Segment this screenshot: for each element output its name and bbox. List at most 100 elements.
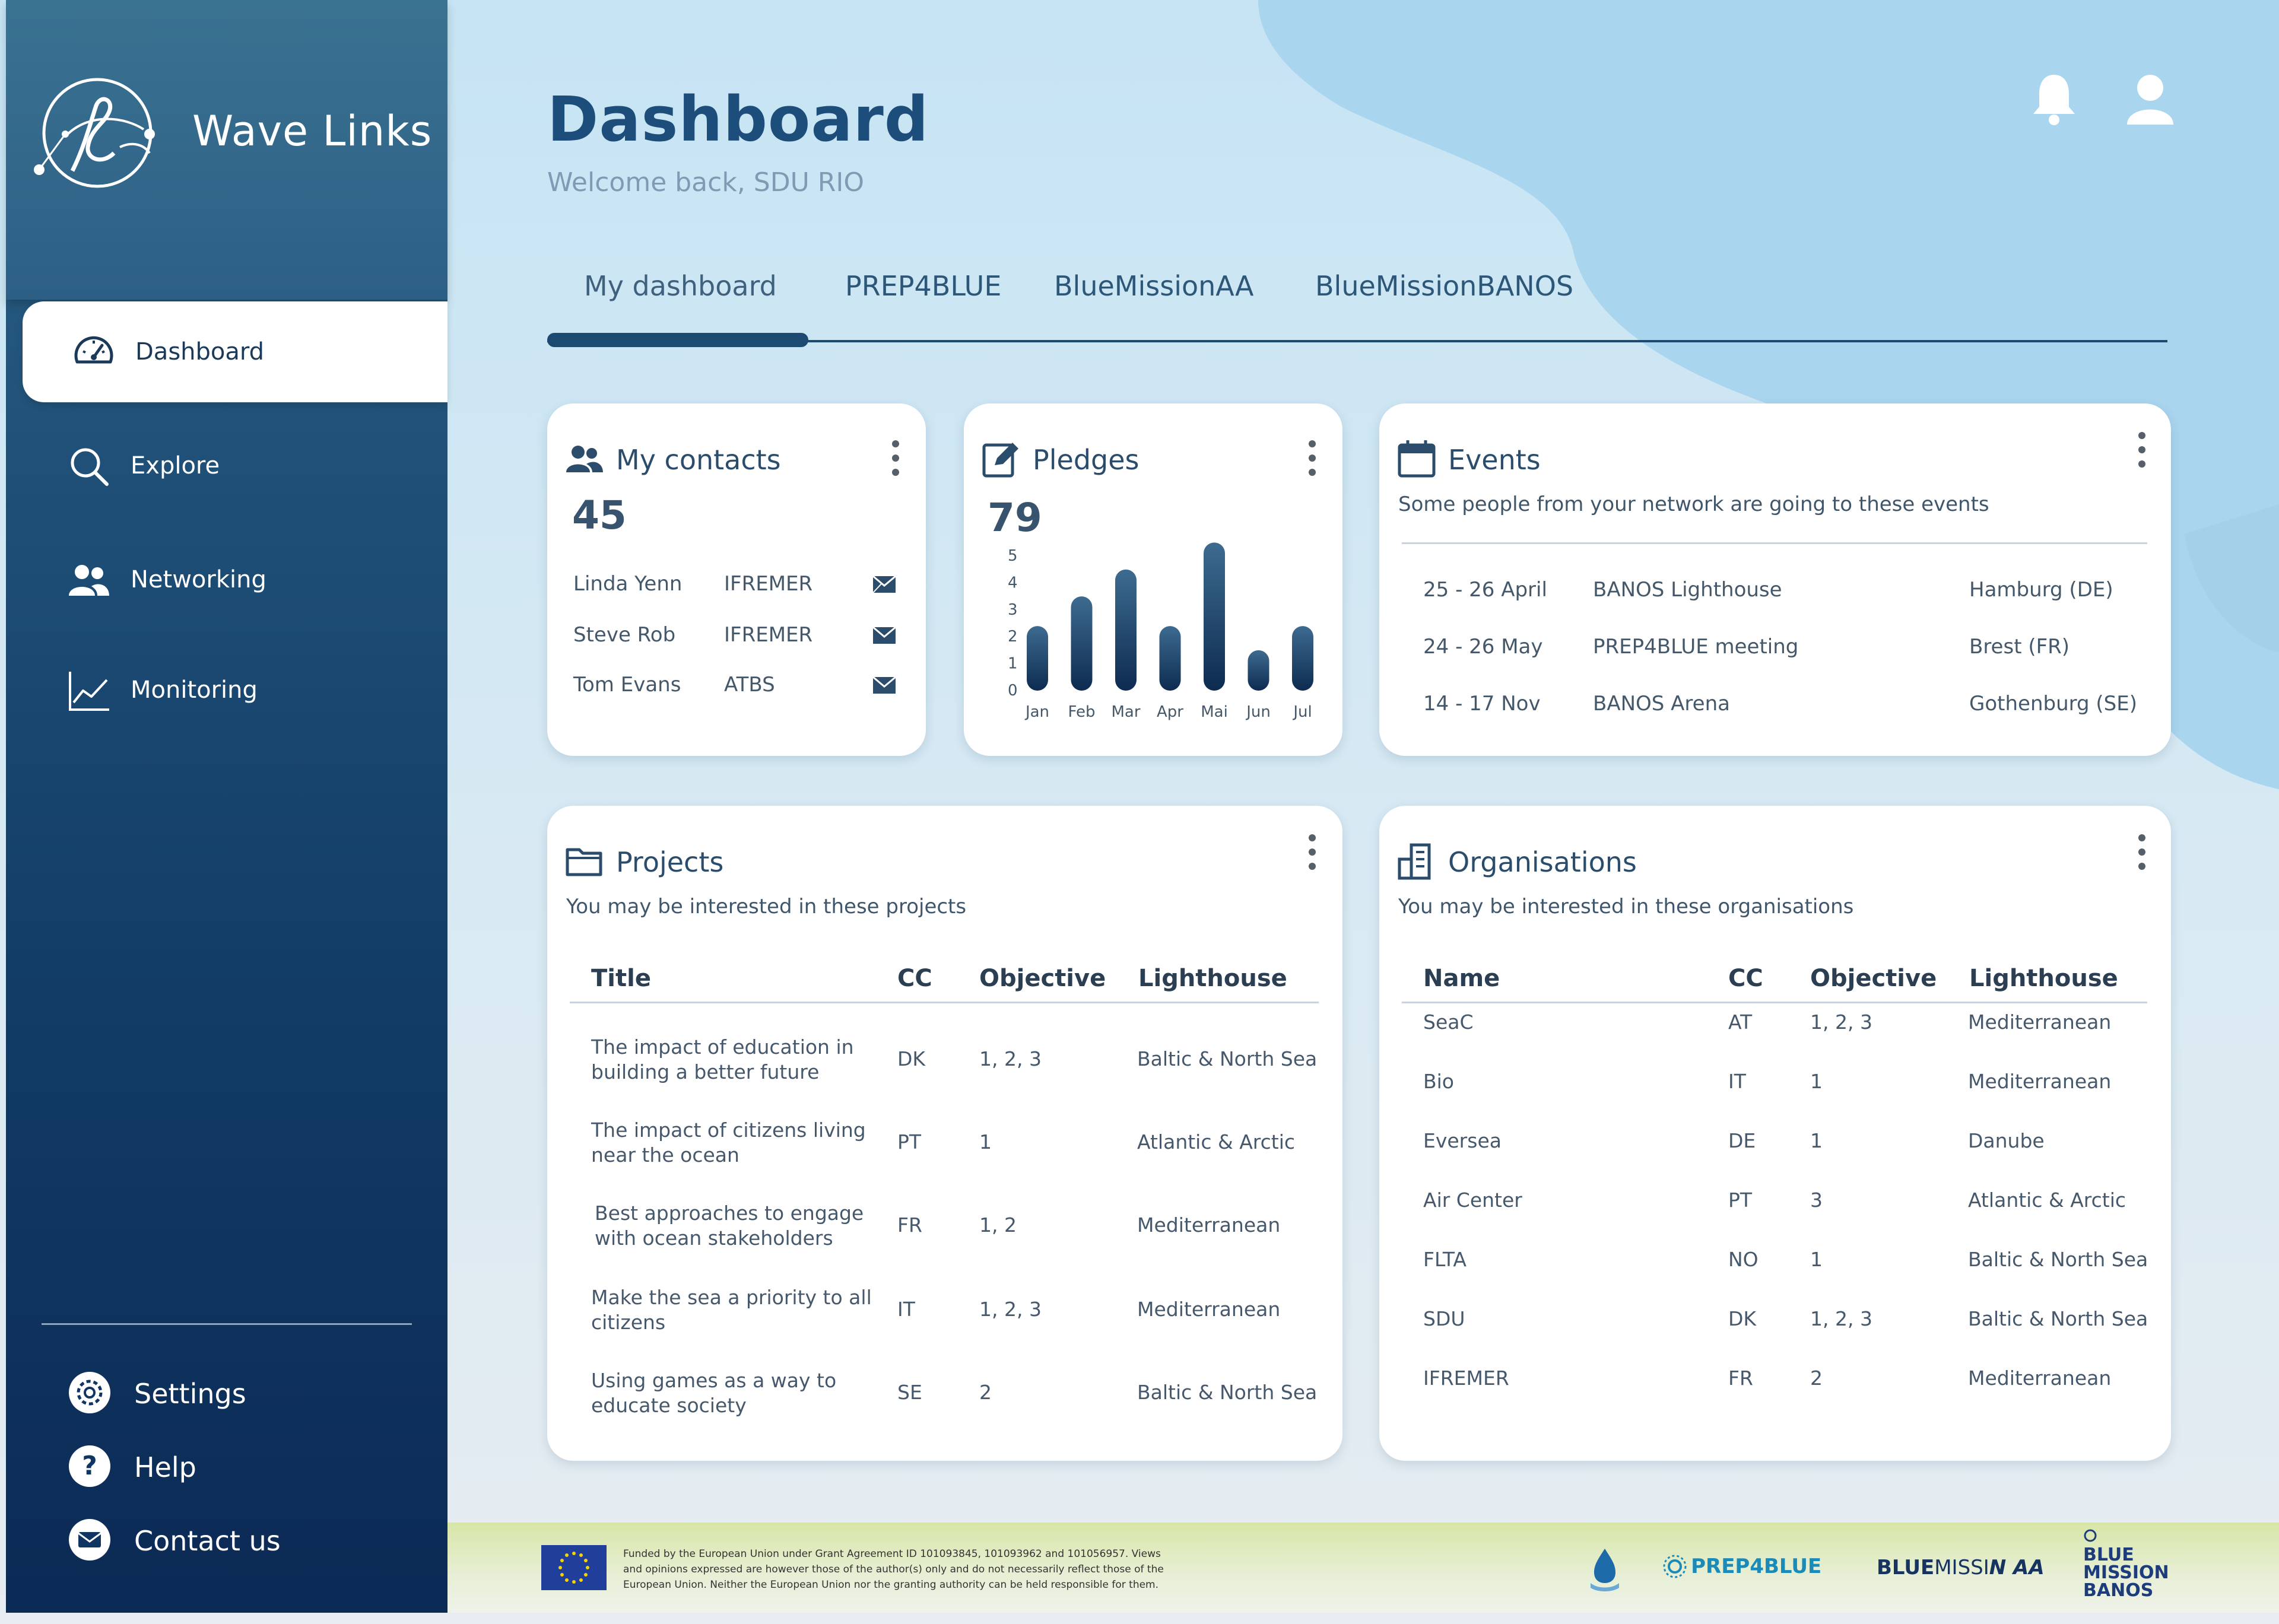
project-lighthouse: Mediterranean — [1137, 1298, 1281, 1321]
pledges-bar-chart: 0 1 2 3 4 5 Jan Feb Mar Apr Mai Jun Jul — [1008, 542, 1313, 721]
sidebar-item-help[interactable]: ? Help — [6, 1435, 447, 1494]
project-objective: 1, 2, 3 — [979, 1298, 1042, 1321]
card-title: Organisations — [1448, 846, 1637, 878]
tab-prep4blue[interactable]: PREP4BLUE — [845, 270, 1001, 302]
sidebar: Wave Links Dashboard Explore Networking — [6, 0, 447, 1613]
org-name[interactable]: Air Center — [1423, 1188, 1522, 1213]
x-tick-label: Jun — [1245, 703, 1271, 721]
x-tick-label: Mar — [1111, 703, 1140, 721]
y-tick-label: 1 — [1008, 655, 1018, 673]
tab-bluemissionaa[interactable]: BlueMissionAA — [1054, 270, 1254, 302]
org-objective: 1 — [1810, 1070, 1823, 1093]
org-objective: 1 — [1810, 1129, 1823, 1152]
building-icon — [1398, 843, 1431, 880]
org-lighthouse: Mediterranean — [1968, 1010, 2112, 1034]
sidebar-item-contact-us[interactable]: Contact us — [6, 1508, 447, 1568]
project-objective: 2 — [979, 1381, 992, 1404]
project-cc: PT — [897, 1130, 922, 1153]
bell-icon[interactable] — [2027, 70, 2081, 129]
event-row[interactable]: 14 - 17 Nov BANOS Arena Gothenburg (SE) — [1379, 692, 2171, 727]
card-title: Pledges — [1033, 444, 1140, 476]
contacts-count: 45 — [572, 492, 627, 538]
mail-icon[interactable] — [872, 676, 896, 694]
project-objective: 1, 2 — [979, 1213, 1017, 1237]
speedometer-icon — [74, 336, 113, 364]
event-place: Gothenburg (SE) — [1969, 692, 2137, 716]
more-options-icon[interactable] — [2133, 834, 2151, 876]
event-row[interactable]: 25 - 26 April BANOS Lighthouse Hamburg (… — [1379, 578, 2171, 614]
bar-jan[interactable] — [1027, 626, 1048, 691]
sidebar-item-label: Explore — [131, 452, 220, 479]
column-header: Objective — [979, 965, 1106, 992]
more-options-icon[interactable] — [2133, 432, 2151, 473]
sidebar-item-dashboard[interactable]: Dashboard — [23, 301, 447, 402]
mail-icon — [69, 1519, 110, 1561]
project-lighthouse: Baltic & North Sea — [1137, 1047, 1318, 1070]
event-name: BANOS Arena — [1593, 692, 1730, 716]
x-tick-label: Jul — [1292, 703, 1312, 721]
sidebar-divider — [42, 1323, 412, 1325]
mail-icon[interactable] — [872, 627, 896, 644]
org-name[interactable]: IFREMER — [1423, 1366, 1509, 1391]
org-name[interactable]: Bio — [1423, 1069, 1454, 1094]
y-tick-label: 2 — [1008, 628, 1018, 646]
divider — [1402, 542, 2147, 544]
sidebar-item-monitoring[interactable]: Monitoring — [6, 653, 447, 724]
org-cc: NO — [1728, 1248, 1759, 1271]
more-options-icon[interactable] — [1303, 834, 1321, 876]
org-name[interactable]: SeaC — [1423, 1010, 1474, 1035]
footer: Funded by the European Union under Grant… — [447, 1523, 2279, 1613]
mail-icon[interactable] — [872, 576, 896, 593]
event-name: BANOS Lighthouse — [1593, 578, 1782, 602]
sidebar-item-settings[interactable]: Settings — [6, 1361, 447, 1420]
bar-mar[interactable] — [1115, 569, 1137, 691]
org-name[interactable]: Eversea — [1423, 1129, 1502, 1153]
event-place: Hamburg (DE) — [1969, 578, 2113, 602]
sidebar-item-networking[interactable]: Networking — [6, 542, 447, 614]
sun-icon — [1663, 1555, 1687, 1578]
sidebar-item-explore[interactable]: Explore — [6, 428, 447, 500]
gear-icon — [69, 1372, 110, 1413]
more-options-icon[interactable] — [887, 440, 904, 482]
org-lighthouse: Danube — [1968, 1129, 2045, 1152]
event-date: 24 - 26 May — [1423, 635, 1543, 659]
bar-jun[interactable] — [1248, 650, 1269, 691]
card-title: My contacts — [616, 444, 781, 476]
event-row[interactable]: 24 - 26 May PREP4BLUE meeting Brest (FR) — [1379, 635, 2171, 670]
column-header: Lighthouse — [1969, 965, 2118, 992]
users-icon — [69, 565, 109, 596]
column-header: CC — [897, 965, 932, 992]
project-title[interactable]: Using games as a way to educate society — [591, 1368, 836, 1418]
org-cc: DK — [1728, 1307, 1757, 1330]
org-name[interactable]: SDU — [1423, 1307, 1465, 1331]
bar-feb[interactable] — [1071, 596, 1093, 691]
bar-jul[interactable] — [1292, 626, 1313, 691]
project-title[interactable]: Make the sea a priority to all citizens — [591, 1285, 872, 1335]
bar-apr[interactable] — [1159, 626, 1181, 691]
org-objective: 3 — [1810, 1188, 1823, 1212]
card-subtitle: Some people from your network are going … — [1398, 492, 1989, 516]
project-title[interactable]: The impact of education in building a bet… — [591, 1035, 854, 1085]
sidebar-item-label: Settings — [134, 1378, 246, 1410]
project-title[interactable]: Best approaches to engage with ocean stak… — [595, 1201, 864, 1251]
x-tick-label: Jan — [1024, 703, 1049, 721]
active-tab-indicator — [547, 333, 808, 347]
organisations-card: Organisations You may be interested in t… — [1379, 806, 2171, 1461]
contact-name: Linda Yenn — [573, 572, 683, 596]
project-lighthouse: Atlantic & Arctic — [1137, 1130, 1296, 1153]
contact-row: Steve Rob IFREMER — [547, 623, 926, 665]
user-profile-icon[interactable] — [2124, 70, 2177, 129]
tab-bluemissionbanos[interactable]: BlueMissionBANOS — [1315, 270, 1573, 302]
x-tick-label: Mai — [1201, 703, 1228, 721]
more-options-icon[interactable] — [1303, 440, 1321, 482]
org-name[interactable]: FLTA — [1423, 1247, 1467, 1272]
sidebar-item-label: Networking — [131, 566, 266, 593]
project-title[interactable]: The impact of citizens living near the oc… — [591, 1118, 866, 1168]
y-tick-label: 3 — [1008, 601, 1018, 619]
wave-links-logo-icon[interactable] — [31, 76, 159, 193]
contact-org: IFREMER — [724, 572, 813, 596]
bar-mai[interactable] — [1204, 542, 1225, 691]
org-cc: IT — [1728, 1070, 1746, 1093]
tab-my-dashboard[interactable]: My dashboard — [584, 270, 777, 302]
event-place: Brest (FR) — [1969, 635, 2070, 659]
